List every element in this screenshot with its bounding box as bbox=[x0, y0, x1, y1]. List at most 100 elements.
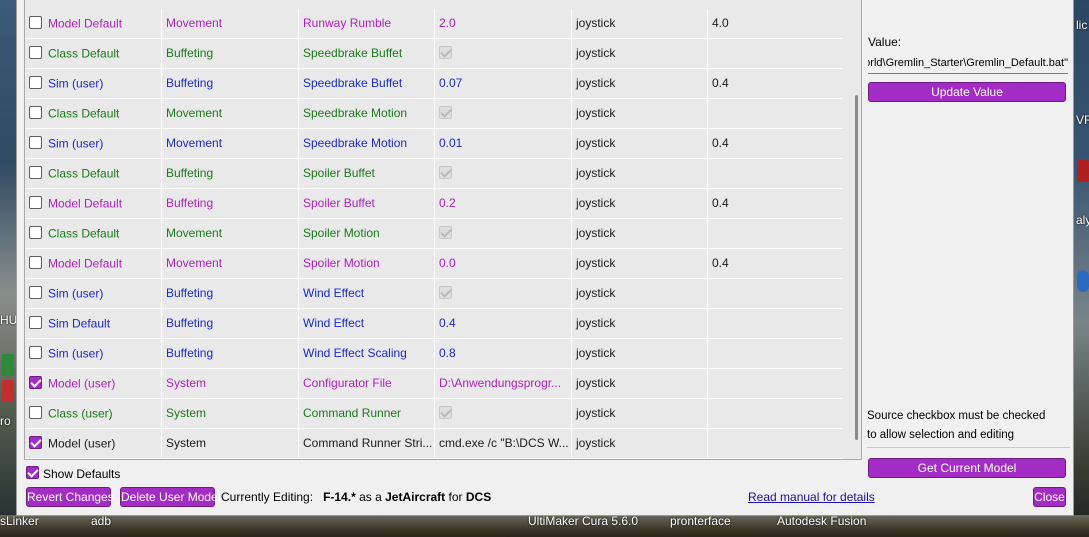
effect-name-cell: Command Runner Stri... bbox=[299, 429, 435, 458]
source-cell[interactable]: Class Default bbox=[25, 39, 162, 68]
extra-value-cell: 0.4 bbox=[712, 76, 729, 90]
revert-changes-button[interactable]: Revert Changes bbox=[26, 487, 114, 507]
table-row[interactable]: Sim Default Buffeting Wind Effect 0.4 joysti… bbox=[25, 309, 843, 339]
value-cell[interactable]: 0.8 bbox=[435, 339, 572, 368]
source-cell[interactable]: Model (user) bbox=[25, 369, 162, 398]
value-cell[interactable] bbox=[435, 279, 572, 308]
row-select-checkbox[interactable] bbox=[29, 376, 42, 390]
source-label: Model Default bbox=[48, 196, 123, 211]
row-select-checkbox[interactable] bbox=[29, 316, 42, 330]
row-select-checkbox[interactable] bbox=[29, 226, 42, 240]
row-select-checkbox[interactable] bbox=[29, 256, 42, 270]
taskbar-item-fusion[interactable]: Autodesk Fusion bbox=[777, 514, 866, 528]
desktop-app-icon[interactable] bbox=[2, 354, 14, 376]
extra-value-cell bbox=[708, 309, 843, 338]
show-defaults-checkbox[interactable] bbox=[26, 466, 39, 480]
desktop-app-icon[interactable] bbox=[1077, 270, 1089, 292]
source-label: Sim (user) bbox=[48, 136, 104, 151]
read-manual-link[interactable]: Read manual for details bbox=[748, 489, 875, 505]
source-cell[interactable]: Sim Default bbox=[25, 309, 162, 338]
value-field[interactable]: orld\Gremlin_Starter\Gremlin_Default.bat… bbox=[868, 53, 1068, 74]
row-select-checkbox[interactable] bbox=[29, 106, 42, 120]
value-cell[interactable] bbox=[435, 99, 572, 128]
extra-value-cell: 4.0 bbox=[712, 16, 729, 30]
value-cell[interactable]: cmd.exe /c "B:\DCS W... bbox=[435, 429, 572, 458]
source-label: Sim (user) bbox=[48, 286, 104, 301]
source-cell[interactable]: Model Default bbox=[25, 249, 162, 278]
row-select-checkbox[interactable] bbox=[29, 346, 42, 360]
source-cell[interactable]: Class Default bbox=[25, 99, 162, 128]
table-row[interactable]: Sim (user) Movement Speedbrake Motion 0.01 j… bbox=[25, 129, 843, 159]
row-select-checkbox[interactable] bbox=[29, 76, 42, 90]
row-select-checkbox[interactable] bbox=[29, 286, 42, 300]
source-cell[interactable]: Model Default bbox=[25, 9, 162, 38]
value-cell[interactable] bbox=[435, 219, 572, 248]
value-cell[interactable]: 2.0 bbox=[435, 9, 572, 38]
table-row[interactable]: Class Default Movement Speedbrake Motion jo… bbox=[25, 99, 843, 129]
row-select-checkbox[interactable] bbox=[29, 196, 42, 210]
source-cell[interactable]: Class (user) bbox=[25, 399, 162, 428]
status-for: for bbox=[448, 490, 463, 504]
effect-name-cell: Configurator File bbox=[299, 369, 435, 398]
show-defaults-toggle[interactable]: Show Defaults bbox=[26, 465, 120, 481]
desktop-fragment-vr: VR bbox=[1076, 113, 1089, 127]
table-row[interactable]: Model Default Movement Spoiler Motion 0.0 jo… bbox=[25, 249, 843, 279]
delete-user-model-button[interactable]: Delete User Model bbox=[120, 487, 220, 507]
taskbar-item-slinker[interactable]: sLinker bbox=[0, 514, 39, 528]
table-row[interactable]: Class Default Buffeting Speedbrake Buffet j… bbox=[25, 39, 843, 69]
value-cell[interactable]: 0.07 bbox=[435, 69, 572, 98]
value-checkbox bbox=[439, 166, 452, 180]
source-cell[interactable]: Class Default bbox=[25, 219, 162, 248]
row-select-checkbox[interactable] bbox=[29, 436, 42, 450]
source-cell[interactable]: Sim (user) bbox=[25, 69, 162, 98]
row-select-checkbox[interactable] bbox=[29, 46, 42, 60]
device-cell: joystick bbox=[572, 9, 708, 38]
source-cell[interactable]: Model Default bbox=[25, 189, 162, 218]
source-cell[interactable]: Model (user) bbox=[25, 429, 162, 458]
row-select-checkbox[interactable] bbox=[29, 166, 42, 180]
table-scrollbar-thumb[interactable] bbox=[855, 95, 858, 440]
row-select-checkbox[interactable] bbox=[29, 136, 42, 150]
table-row[interactable]: Sim (user) Buffeting Wind Effect joystick bbox=[25, 279, 843, 309]
table-row[interactable]: Model (user) System Configurator File D:\An… bbox=[25, 369, 843, 399]
table-row[interactable]: Model (user) System Command Runner Stri...… bbox=[25, 429, 843, 459]
desktop-app-icon[interactable] bbox=[2, 380, 14, 402]
source-label: Model Default bbox=[48, 256, 123, 271]
edit-hint-line-1: Source checkbox must be checked bbox=[867, 410, 1046, 422]
row-select-checkbox[interactable] bbox=[29, 16, 42, 30]
taskbar-item-pronterface[interactable]: pronterface bbox=[670, 514, 731, 528]
effect-name-cell: Spoiler Buffet bbox=[299, 159, 435, 188]
source-cell[interactable]: Sim (user) bbox=[25, 279, 162, 308]
edit-hint-line-2: to allow selection and editing bbox=[867, 429, 1015, 441]
table-row[interactable]: Model Default Buffeting Spoiler Buffet 0.2 j… bbox=[25, 189, 843, 219]
value-cell[interactable]: D:\Anwendungsprogr... bbox=[435, 369, 572, 398]
taskbar-item-adb[interactable]: adb bbox=[91, 514, 111, 528]
value-field-text: orld\Gremlin_Starter\Gremlin_Default.bat… bbox=[868, 57, 1068, 69]
table-scrollbar[interactable] bbox=[852, 0, 861, 459]
value-cell[interactable] bbox=[435, 399, 572, 428]
status-class: JetAircraft bbox=[385, 490, 446, 504]
close-button[interactable]: Close bbox=[1033, 487, 1066, 507]
table-row[interactable]: Sim (user) Buffeting Speedbrake Buffet 0.07… bbox=[25, 69, 843, 99]
device-cell: joystick bbox=[572, 219, 708, 248]
update-value-button[interactable]: Update Value bbox=[868, 82, 1066, 102]
table-row[interactable]: Class Default Buffeting Spoiler Buffet joys… bbox=[25, 159, 843, 189]
value-cell[interactable]: 0.0 bbox=[435, 249, 572, 278]
value-cell[interactable] bbox=[435, 39, 572, 68]
value-cell[interactable] bbox=[435, 159, 572, 188]
value-cell[interactable]: 0.4 bbox=[435, 309, 572, 338]
table-row[interactable]: Model Default Movement Runway Rumble 2.0 joy… bbox=[25, 9, 843, 39]
device-cell: joystick bbox=[572, 129, 708, 158]
desktop-app-icon[interactable] bbox=[1077, 160, 1089, 182]
table-row[interactable]: Class (user) System Command Runner joystick bbox=[25, 399, 843, 429]
table-row[interactable]: Sim (user) Buffeting Wind Effect Scaling 0.… bbox=[25, 339, 843, 369]
taskbar-item-cura[interactable]: UltiMaker Cura 5.6.0 bbox=[528, 514, 638, 528]
source-cell[interactable]: Class Default bbox=[25, 159, 162, 188]
row-select-checkbox[interactable] bbox=[29, 406, 42, 420]
get-current-model-button[interactable]: Get Current Model bbox=[868, 458, 1066, 478]
table-row[interactable]: Class Default Movement Spoiler Motion joyst… bbox=[25, 219, 843, 249]
value-cell[interactable]: 0.2 bbox=[435, 189, 572, 218]
source-cell[interactable]: Sim (user) bbox=[25, 129, 162, 158]
source-cell[interactable]: Sim (user) bbox=[25, 339, 162, 368]
value-cell[interactable]: 0.01 bbox=[435, 129, 572, 158]
